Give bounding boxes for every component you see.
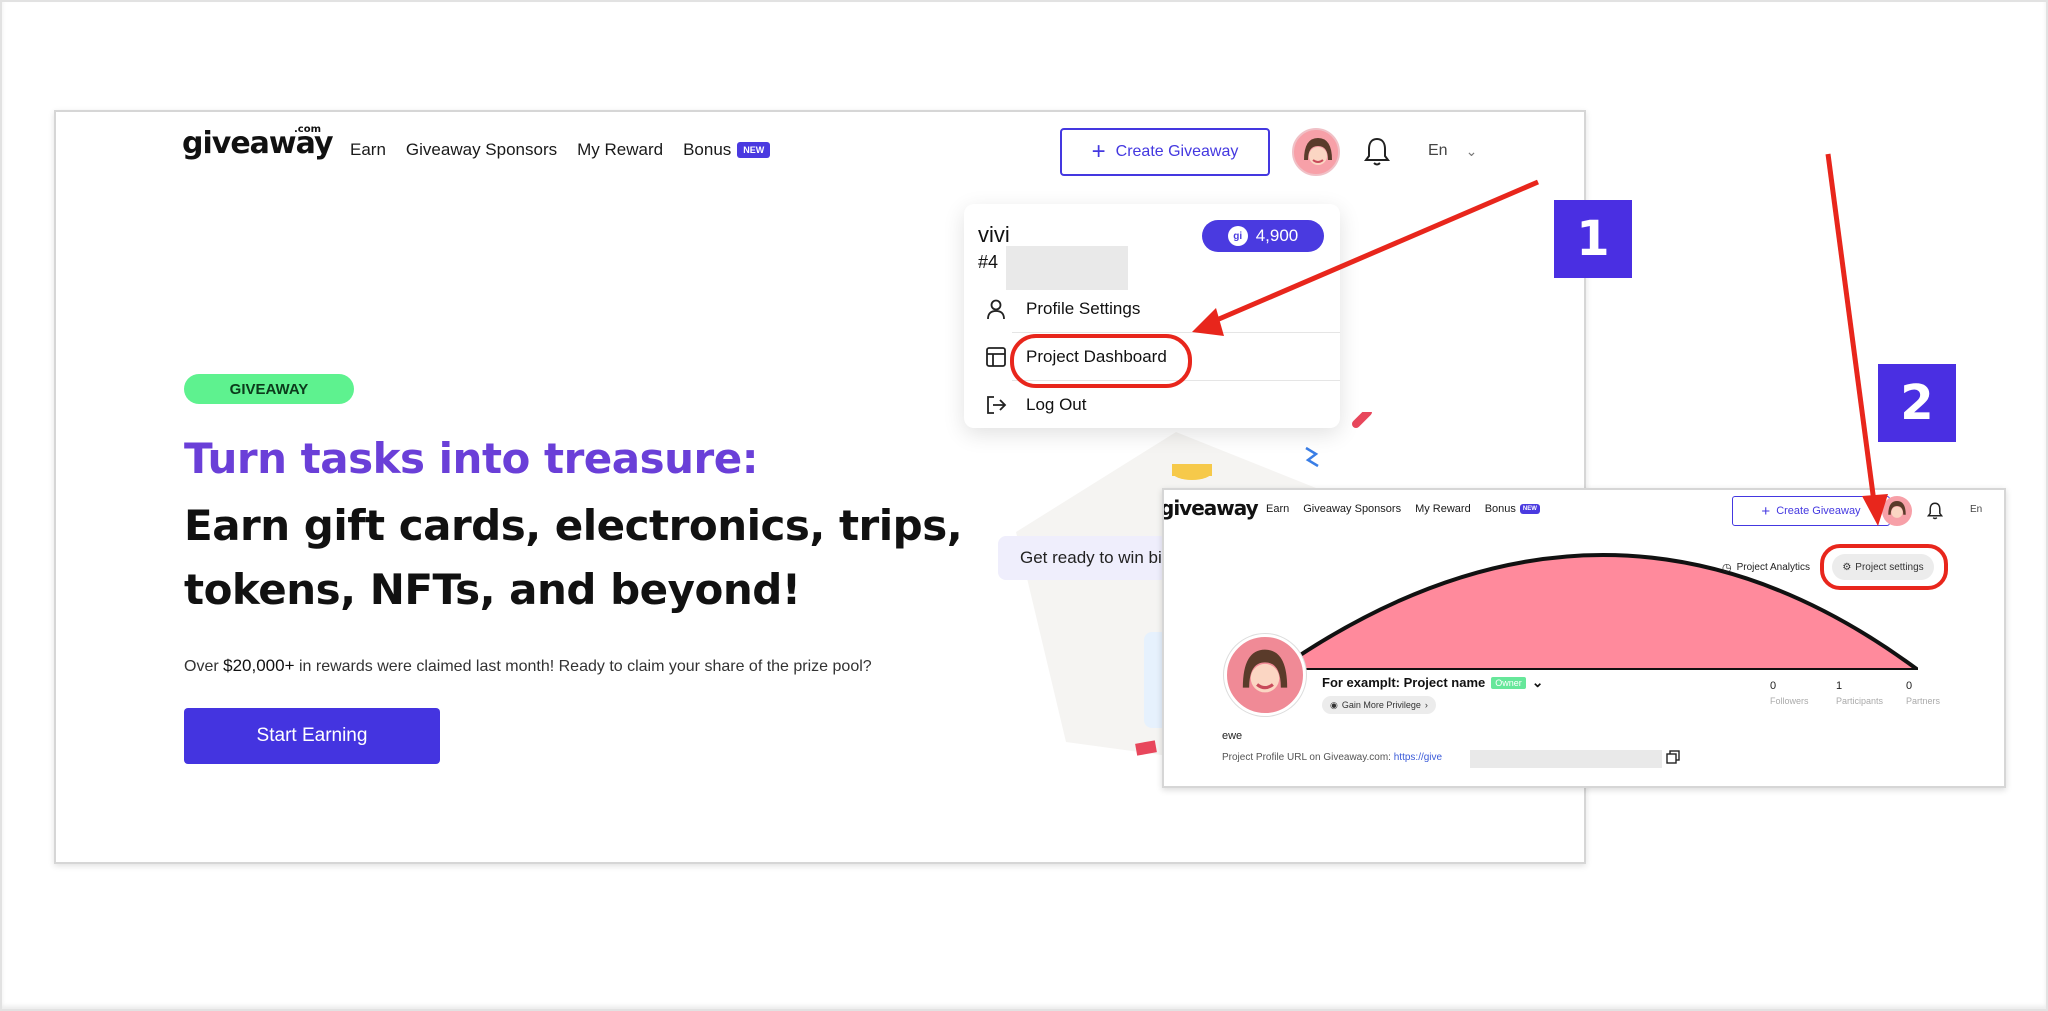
tab-project-analytics-label: Project Analytics bbox=[1736, 561, 1810, 573]
redacted-user-id bbox=[1006, 246, 1128, 290]
dropdown-divider bbox=[1012, 332, 1340, 333]
tutorial-canvas: giveaway .com Earn Giveaway Sponsors My … bbox=[0, 0, 2048, 1011]
dropdown-username: vivi bbox=[978, 222, 1010, 247]
project-avatar-face-icon bbox=[1242, 649, 1288, 693]
language-select[interactable]: En ⌄ bbox=[1428, 142, 1477, 160]
nav-bonus-label: Bonus bbox=[683, 140, 732, 159]
gain-privilege-label: Gain More Privilege bbox=[1341, 700, 1421, 710]
stat-followers: 0 Followers bbox=[1770, 680, 1809, 706]
nav-giveaway-sponsors[interactable]: Giveaway Sponsors bbox=[406, 140, 557, 160]
inset-logo[interactable]: giveaway bbox=[1164, 496, 1259, 520]
stat-partners: 0 Partners bbox=[1906, 680, 1940, 706]
step-marker-2: 2 bbox=[1878, 364, 1956, 442]
redacted-url bbox=[1470, 750, 1662, 768]
logout-icon bbox=[976, 394, 1016, 416]
project-name-text: For examplt: Project name bbox=[1322, 675, 1486, 690]
inset-nav-my-reward[interactable]: My Reward bbox=[1415, 503, 1471, 515]
inset-bell-icon[interactable] bbox=[1926, 501, 1944, 526]
project-url-label: Project Profile URL on Giveaway.com: bbox=[1222, 752, 1394, 763]
dropdown-user-id: #4 bbox=[978, 252, 999, 272]
project-banner bbox=[1278, 553, 1918, 670]
nav-bonus[interactable]: Bonus NEW bbox=[683, 140, 771, 160]
chevron-right-icon: › bbox=[1424, 700, 1428, 710]
notification-bell-icon[interactable] bbox=[1362, 136, 1392, 168]
inset-nav-sponsors[interactable]: Giveaway Sponsors bbox=[1303, 503, 1401, 515]
log-out-label: Log Out bbox=[1026, 395, 1087, 414]
inset-language[interactable]: En bbox=[1970, 504, 1982, 515]
stat-label: Followers bbox=[1770, 696, 1809, 706]
project-page-screenshot: giveaway Earn Giveaway Sponsors My Rewar… bbox=[1162, 488, 2006, 788]
avatar[interactable] bbox=[1292, 128, 1340, 176]
project-url-link[interactable]: https://give bbox=[1394, 752, 1442, 763]
ready-to-win-pill: Get ready to win bi bbox=[998, 536, 1168, 580]
coin-balance-badge[interactable]: gi 4,900 bbox=[1202, 220, 1324, 252]
profile-settings-label: Profile Settings bbox=[1026, 299, 1141, 318]
create-giveaway-label: Create Giveaway bbox=[1115, 143, 1239, 160]
inset-new-badge: NEW bbox=[1519, 504, 1540, 514]
inset-nav-bonus-label: Bonus bbox=[1484, 503, 1516, 515]
tab-project-analytics[interactable]: ◷ Project Analytics bbox=[1722, 554, 1810, 580]
hero-subtext-prefix: Over bbox=[184, 658, 224, 675]
inset-nav-bonus[interactable]: Bonus NEW bbox=[1485, 503, 1540, 515]
check-circle-icon: ◉ bbox=[1330, 699, 1338, 710]
dropdown-item-log-out[interactable]: Log Out bbox=[964, 382, 1340, 428]
chevron-down-icon: ⌄ bbox=[1531, 674, 1544, 690]
gain-privilege-button[interactable]: ◉ Gain More Privilege › bbox=[1322, 696, 1436, 714]
chevron-down-icon: ⌄ bbox=[1465, 142, 1478, 159]
avatar-face-icon bbox=[1294, 130, 1338, 174]
project-dashboard-highlight bbox=[1010, 334, 1192, 388]
owner-tag: Owner bbox=[1491, 676, 1526, 689]
giveaway-logo[interactable]: giveaway .com bbox=[182, 124, 333, 176]
stat-value: 1 bbox=[1836, 680, 1843, 692]
hero-headline-accent: Turn tasks into treasure: bbox=[184, 434, 759, 483]
hero-headline: Earn gift cards, electronics, trips, tok… bbox=[184, 501, 963, 614]
coin-icon: gi bbox=[1227, 226, 1248, 246]
hero-subtext: Over $20,000+ in rewards were claimed la… bbox=[184, 656, 872, 676]
start-earning-button[interactable]: Start Earning bbox=[184, 708, 440, 764]
project-description: ewe bbox=[1222, 730, 1243, 742]
plus-icon: + bbox=[1761, 502, 1771, 520]
language-label: En bbox=[1428, 142, 1448, 159]
project-url-line: Project Profile URL on Giveaway.com: htt… bbox=[1222, 752, 1442, 763]
giveaway-tag: GIVEAWAY bbox=[184, 374, 354, 404]
inset-create-giveaway-label: Create Giveaway bbox=[1776, 505, 1861, 517]
user-icon bbox=[976, 298, 1016, 320]
arrow-to-project-settings bbox=[1825, 153, 1877, 503]
logo-suffix: .com bbox=[294, 124, 322, 135]
step-marker-1: 1 bbox=[1554, 200, 1632, 278]
project-name[interactable]: For examplt: Project name Owner ⌄ bbox=[1322, 674, 1544, 691]
stat-value: 0 bbox=[1906, 680, 1913, 692]
nav-earn[interactable]: Earn bbox=[350, 140, 386, 160]
stat-label: Participants bbox=[1836, 696, 1884, 706]
create-giveaway-button[interactable]: + Create Giveaway bbox=[1060, 128, 1270, 176]
hero-subtext-suffix: in rewards were claimed last month! Read… bbox=[294, 658, 872, 675]
inset-avatar[interactable] bbox=[1882, 496, 1912, 526]
user-dropdown-menu: vivi #4 gi 4,900 Profile Settings Projec… bbox=[964, 204, 1340, 428]
nav-my-reward[interactable]: My Reward bbox=[577, 140, 663, 160]
project-settings-highlight bbox=[1820, 544, 1948, 590]
project-avatar[interactable] bbox=[1224, 634, 1306, 716]
copy-icon[interactable] bbox=[1666, 750, 1680, 769]
stat-participants: 1 Participants bbox=[1836, 680, 1883, 706]
hero-subtext-amount: $20,000+ bbox=[223, 656, 295, 675]
plus-icon: + bbox=[1091, 138, 1106, 165]
clock-icon: ◷ bbox=[1722, 561, 1732, 574]
dropdown-item-profile-settings[interactable]: Profile Settings bbox=[964, 286, 1340, 332]
coin-balance: 4,900 bbox=[1255, 226, 1299, 245]
inset-create-giveaway-button[interactable]: + Create Giveaway bbox=[1732, 496, 1890, 526]
stat-label: Partners bbox=[1906, 696, 1941, 706]
main-nav: Earn Giveaway Sponsors My Reward Bonus N… bbox=[350, 140, 771, 160]
stat-value: 0 bbox=[1770, 680, 1777, 692]
new-badge: NEW bbox=[737, 142, 771, 158]
inset-nav-earn[interactable]: Earn bbox=[1266, 503, 1289, 515]
inset-nav: Earn Giveaway Sponsors My Reward Bonus N… bbox=[1266, 503, 1540, 515]
